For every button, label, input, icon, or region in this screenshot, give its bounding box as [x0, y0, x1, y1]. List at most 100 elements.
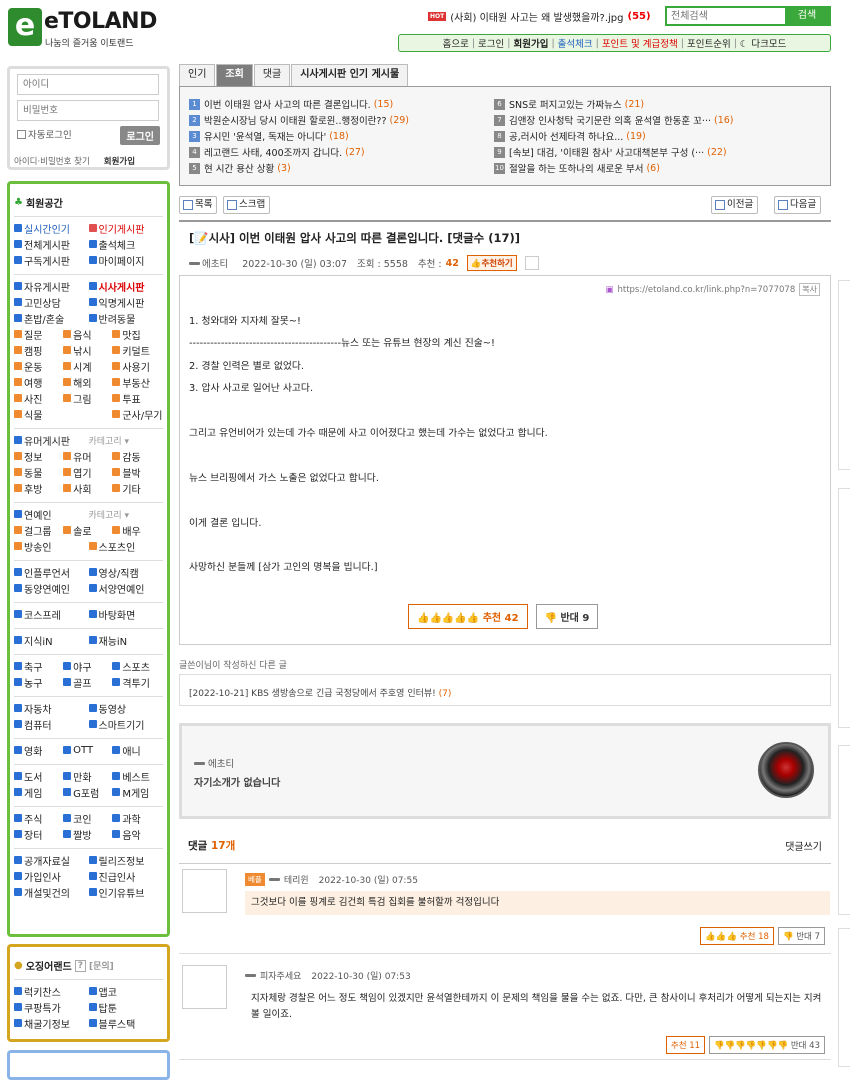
- popular-item[interactable]: 9 [속보] 대검, '이태원 참사' 사고대책본부 구성 (··· (22): [494, 144, 804, 160]
- sidebar-item[interactable]: 진급인사: [88, 869, 164, 884]
- sidebar-item[interactable]: 유머게시판: [14, 433, 89, 448]
- id-input[interactable]: [17, 74, 159, 95]
- tab-comments[interactable]: 댓글: [253, 64, 291, 86]
- sidebar-item[interactable]: 익명게시판: [88, 295, 164, 310]
- sidebar-item[interactable]: 마이페이지: [88, 253, 164, 268]
- sidebar-item[interactable]: 사진: [14, 391, 63, 406]
- sidebar-item[interactable]: 농구: [14, 675, 63, 690]
- write-comment-link[interactable]: 댓글쓰기: [785, 838, 822, 853]
- sidebar-item[interactable]: 축구: [14, 659, 63, 674]
- sidebar-item[interactable]: 시사게시판: [88, 279, 164, 294]
- sidebar-item[interactable]: 엽기: [63, 465, 112, 480]
- sidebar-item[interactable]: 스포츠인: [88, 539, 164, 554]
- tab-popular[interactable]: 인기: [179, 64, 216, 86]
- ojing-item[interactable]: 탑툰: [88, 1000, 164, 1015]
- password-input[interactable]: [17, 100, 159, 121]
- sidebar-item[interactable]: 영화: [14, 743, 63, 758]
- sidebar-item[interactable]: 기타: [112, 481, 161, 496]
- popular-item[interactable]: 5 현 시간 용산 상황 (3): [189, 160, 499, 176]
- sidebar-item[interactable]: 주식: [14, 811, 63, 826]
- sidebar-item[interactable]: 구독게시판: [14, 253, 89, 268]
- sidebar-item[interactable]: 컴퓨터: [14, 717, 89, 732]
- ojing-item[interactable]: 앱코: [88, 984, 164, 999]
- category-dropdown[interactable]: 카테고리 ▾: [89, 508, 130, 521]
- sidebar-item[interactable]: 출석체크: [88, 237, 164, 252]
- nav-point-policy[interactable]: 포인트 및 계급정책: [599, 36, 681, 50]
- popular-item[interactable]: 6 SNS로 퍼지고있는 가짜뉴스 (21): [494, 96, 804, 112]
- sidebar-item[interactable]: 스마트기기: [88, 717, 164, 732]
- prev-post-button[interactable]: 이전글: [711, 196, 759, 214]
- sidebar-item[interactable]: 서양연예인: [88, 581, 164, 596]
- ojing-item[interactable]: 쿠팡특가: [14, 1000, 89, 1015]
- sidebar-item[interactable]: 지식iN: [14, 633, 89, 648]
- tab-board-popular[interactable]: 시사게시판 인기 게시물: [291, 64, 409, 86]
- sidebar-item[interactable]: 반려동물: [88, 311, 164, 326]
- sidebar-item[interactable]: M게임: [112, 785, 161, 800]
- sidebar-item[interactable]: 혼밥/혼술: [14, 311, 89, 326]
- sidebar-item[interactable]: 자동차: [14, 701, 89, 716]
- sidebar-item[interactable]: 고민상담: [14, 295, 89, 310]
- sidebar-item[interactable]: OTT: [63, 745, 112, 756]
- list-button[interactable]: 목록: [179, 196, 218, 214]
- downvote-button[interactable]: 👎 반대 9: [535, 604, 599, 629]
- sidebar-item[interactable]: 맛집: [112, 327, 161, 342]
- sidebar-item[interactable]: 애니: [112, 743, 161, 758]
- sidebar-item[interactable]: 배우: [112, 523, 161, 538]
- sidebar-item[interactable]: 실시간인기: [14, 221, 89, 236]
- sidebar-item[interactable]: 자유게시판: [14, 279, 89, 294]
- popular-item[interactable]: 3 유시민 '윤석열, 독재는 아니다' (18): [189, 128, 499, 144]
- sidebar-item[interactable]: 음악: [112, 827, 161, 842]
- sidebar-item[interactable]: 동양연예인: [14, 581, 89, 596]
- sidebar-item[interactable]: 과학: [112, 811, 161, 826]
- nav-attendance[interactable]: 출석체크: [555, 36, 596, 50]
- ojing-item[interactable]: 블루스택: [88, 1016, 164, 1031]
- sidebar-item[interactable]: 스포츠: [112, 659, 161, 674]
- sidebar-item[interactable]: 여행: [14, 375, 63, 390]
- sidebar-item[interactable]: 방송인: [14, 539, 89, 554]
- sidebar-item[interactable]: 공개자료실: [14, 853, 89, 868]
- sidebar-item[interactable]: 인기게시판: [88, 221, 164, 236]
- sidebar-item[interactable]: 짤방: [63, 827, 112, 842]
- sidebar-item[interactable]: 릴리즈정보: [88, 853, 164, 868]
- link-url[interactable]: https://etoland.co.kr/link.php?n=7077078: [617, 285, 795, 295]
- sidebar-item[interactable]: 사회: [63, 481, 112, 496]
- scrap-button[interactable]: 스크랩: [223, 196, 271, 214]
- sidebar-item[interactable]: 블박: [112, 465, 161, 480]
- search-input[interactable]: [667, 8, 785, 24]
- popular-item[interactable]: 7 김앤장 인사청탁 국기문란 의혹 윤석열 한동훈 꼬··· (16): [494, 112, 804, 128]
- sidebar-item[interactable]: 해외: [63, 375, 112, 390]
- author[interactable]: 에초티: [189, 256, 228, 270]
- popular-item[interactable]: 10 절알을 하는 또하나의 새로운 부서 (6): [494, 160, 804, 176]
- sidebar-item[interactable]: 코인: [63, 811, 112, 826]
- next-post-button[interactable]: 다음글: [774, 196, 822, 214]
- sidebar-item[interactable]: 그림: [63, 391, 112, 406]
- sidebar-item[interactable]: 만화: [63, 769, 112, 784]
- comment-downvote-button[interactable]: 👎👎👎👎👎👎👎 반대 43: [709, 1036, 825, 1054]
- inquiry-link[interactable]: [문의]: [89, 959, 114, 972]
- sidebar-item[interactable]: 코스프레: [14, 607, 89, 622]
- recommend-button[interactable]: 👍추천하기: [466, 255, 517, 271]
- nav-join[interactable]: 회원가입: [510, 36, 551, 50]
- sidebar-item[interactable]: 인플루언서: [14, 565, 89, 580]
- sidebar-item[interactable]: 베스트: [112, 769, 161, 784]
- sidebar-item[interactable]: 카테고리 ▾: [89, 508, 164, 521]
- sidebar-item[interactable]: 영상/직캠: [88, 565, 164, 580]
- category-dropdown[interactable]: 카테고리 ▾: [89, 434, 130, 447]
- comment-author[interactable]: 테리윈: [284, 873, 309, 886]
- sidebar-item[interactable]: 시계: [63, 359, 112, 374]
- sidebar-item[interactable]: 걸그룹: [14, 523, 63, 538]
- sidebar-item[interactable]: 후방: [14, 481, 63, 496]
- tab-views[interactable]: 조회: [216, 64, 253, 86]
- copy-link-button[interactable]: 복사: [799, 283, 820, 296]
- site-logo[interactable]: e eTOLAND 나눔의 즐거움 이토랜드: [8, 6, 173, 49]
- sidebar-item[interactable]: 가입인사: [14, 869, 89, 884]
- sidebar-item[interactable]: 사용기: [112, 359, 161, 374]
- nav-point-rank[interactable]: 포인트순위: [684, 36, 734, 50]
- search-button[interactable]: 검색: [785, 8, 829, 24]
- popular-item[interactable]: 8 공,러시아 선제타격 하나요... (19): [494, 128, 804, 144]
- sidebar-item[interactable]: 음식: [63, 327, 112, 342]
- sidebar-item[interactable]: 질문: [14, 327, 63, 342]
- login-button[interactable]: 로그인: [120, 126, 160, 145]
- popular-item[interactable]: 1 이번 이태원 압사 사고의 따른 결론입니다. (15): [189, 96, 499, 112]
- sidebar-item[interactable]: 유머: [63, 449, 112, 464]
